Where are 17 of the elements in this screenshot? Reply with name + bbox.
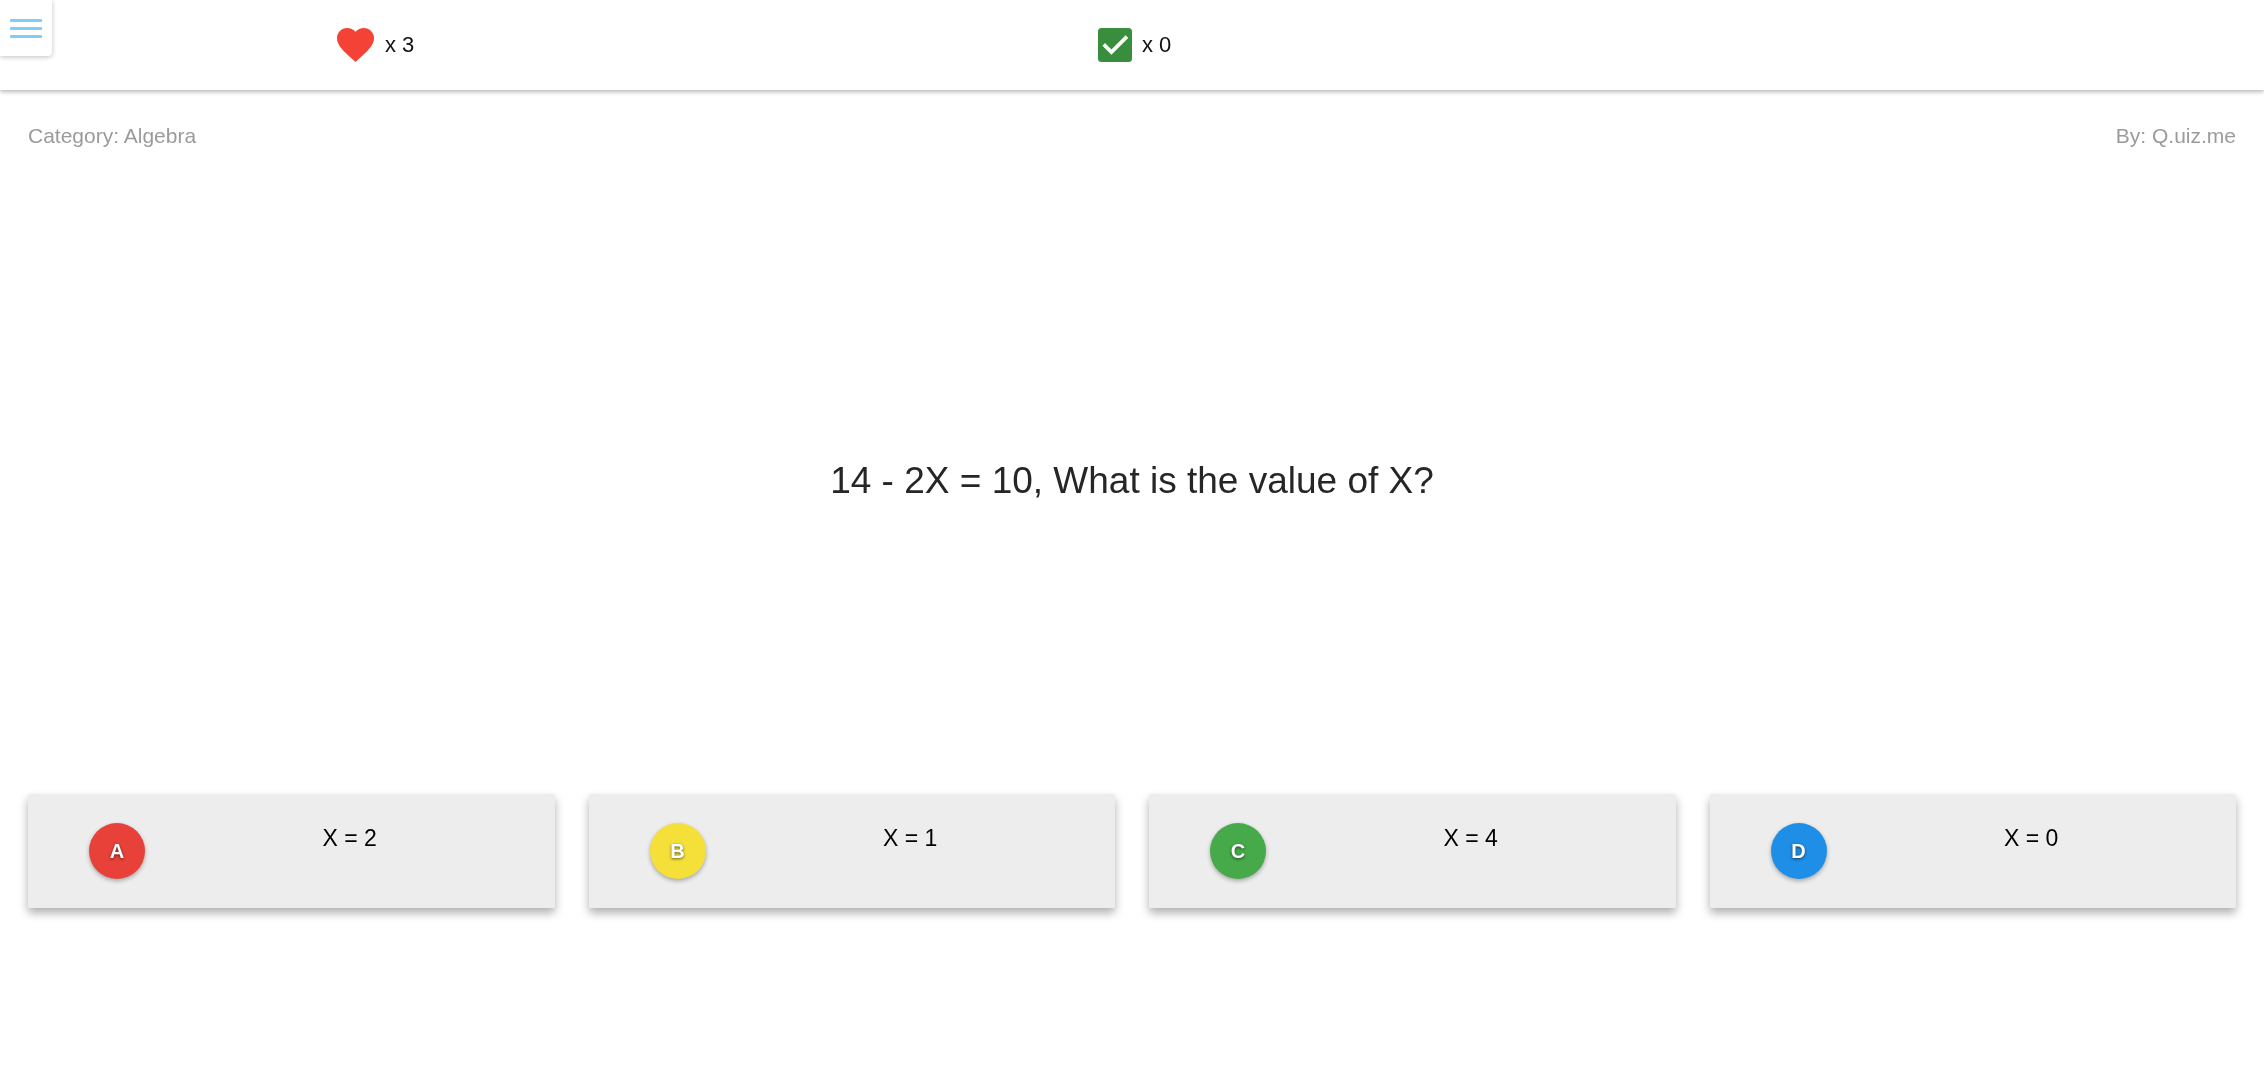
correct-count: x 0 [1142,32,1172,58]
answer-button[interactable]: B X = 1 [588,794,1115,908]
menu-icon [10,18,42,38]
answer-button[interactable]: A X = 2 [28,794,555,908]
heart-icon [336,28,375,62]
lives-count: x 3 [385,32,415,58]
category-label: Category: Algebra [28,124,197,148]
checkmark-icon [1098,28,1132,62]
menu-button[interactable] [0,0,52,56]
author-label: By: Q.uiz.me [2115,124,2236,148]
option-letter: B [649,823,706,879]
answer-button[interactable]: D X = 0 [1709,794,2236,908]
option-letter: D [1770,823,1827,879]
option-letter: A [89,823,145,879]
answer-button[interactable]: C X = 4 [1149,794,1676,908]
question-text: 14 - 2X = 10, What is the value of X? [830,459,1434,503]
option-letter: C [1210,823,1266,879]
